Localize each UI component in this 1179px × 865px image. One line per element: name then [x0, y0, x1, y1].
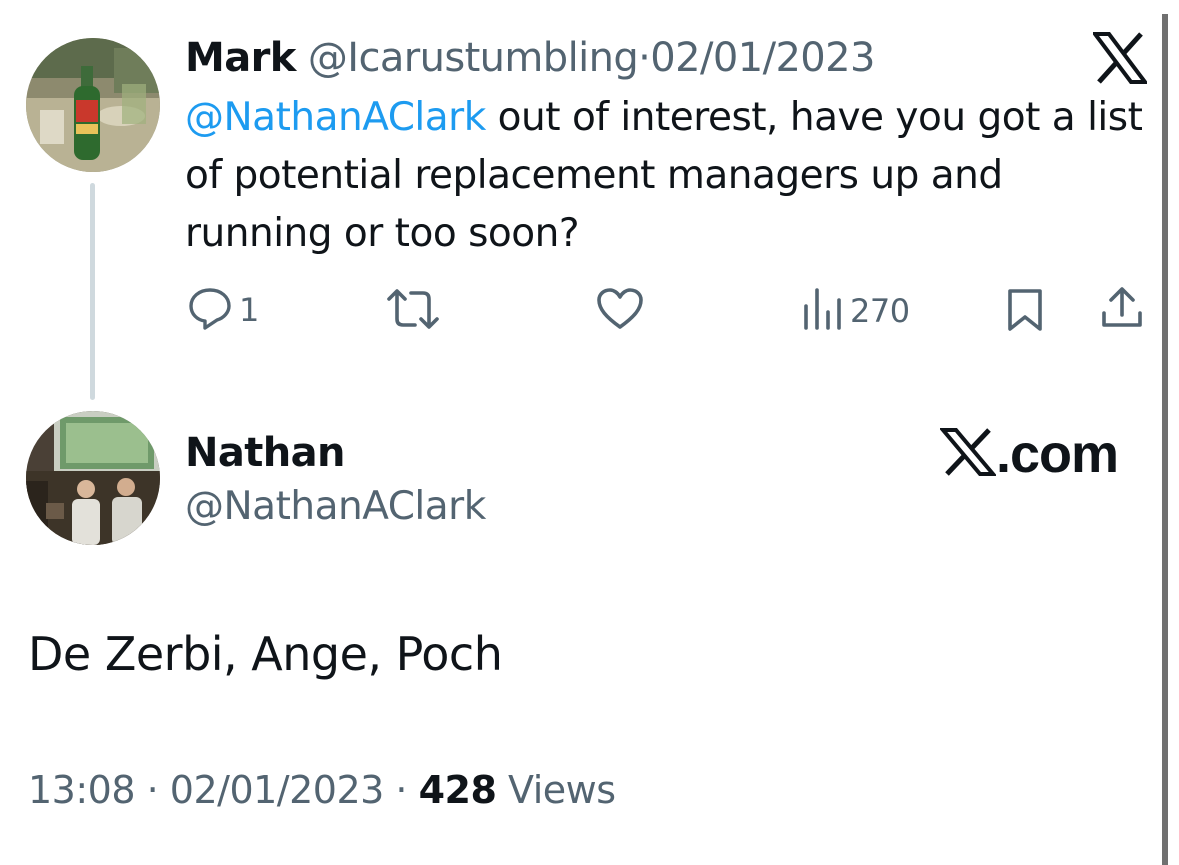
main-views-count: 428: [418, 768, 497, 812]
views-button[interactable]: 270: [800, 286, 910, 336]
bookmark-button[interactable]: [1005, 287, 1045, 337]
views-label: Views: [508, 768, 616, 812]
avatar-nathan[interactable]: [26, 411, 160, 545]
retweet-button[interactable]: [385, 287, 447, 335]
reply-tweet-text: @NathanAClark out of interest, have you …: [185, 89, 1145, 263]
reply-button[interactable]: 1: [187, 285, 259, 335]
tweet-time[interactable]: 13:08: [28, 768, 136, 812]
views-count: 270: [850, 292, 910, 330]
x-logo-icon: [938, 427, 998, 481]
share-icon: [1099, 285, 1145, 335]
thread-connector-line: [90, 183, 95, 400]
reply-bubble-icon: [187, 285, 233, 335]
x-logo-icon: [1091, 32, 1149, 88]
main-author-handle[interactable]: @NathanAClark: [185, 482, 486, 532]
mention-link[interactable]: @NathanAClark: [185, 95, 486, 140]
main-tweet-text: De Zerbi, Ange, Poch: [28, 627, 503, 681]
bar-chart-icon: [800, 286, 844, 336]
reply-header: Mark @Icarustumbling·02/01/2023: [185, 33, 875, 83]
brand-x-com: .com: [938, 424, 1119, 484]
reply-count: 1: [239, 291, 259, 329]
reply-author-name[interactable]: Mark: [185, 35, 296, 81]
brand-site-text: .com: [996, 424, 1119, 484]
avatar-mark[interactable]: [26, 38, 160, 172]
meta-separator: ·: [146, 768, 159, 812]
tweet-date[interactable]: 02/01/2023: [170, 768, 385, 812]
meta-separator: ·: [395, 768, 408, 812]
main-author-name[interactable]: Nathan: [185, 428, 346, 478]
heart-icon: [596, 287, 644, 335]
scrollbar[interactable]: [1162, 14, 1168, 865]
bookmark-icon: [1005, 287, 1045, 337]
reply-separator: ·: [638, 35, 651, 81]
like-button[interactable]: [596, 287, 650, 335]
reply-date[interactable]: 02/01/2023: [650, 35, 875, 81]
reply-author-handle[interactable]: @Icarustumbling: [308, 35, 639, 81]
tweet-metadata: 13:08 · 02/01/2023 · 428 Views: [28, 765, 616, 815]
retweet-icon: [385, 287, 441, 335]
share-button[interactable]: [1099, 285, 1145, 335]
